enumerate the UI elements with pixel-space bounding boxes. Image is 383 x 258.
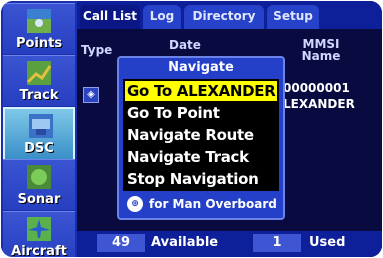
- man-overboard-hint: ⊕ for Man Overboard: [123, 194, 279, 214]
- sidebar-item-label: DSC: [24, 141, 54, 156]
- available-label: Available: [151, 235, 219, 250]
- tab-log[interactable]: Log: [143, 5, 181, 29]
- man-overboard-text: for Man Overboard: [149, 197, 277, 211]
- menu-item-navigate-route[interactable]: Navigate Route: [125, 125, 277, 145]
- column-name-label: Name: [301, 49, 341, 63]
- menu-list: Go To ALEXANDER Go To Point Navigate Rou…: [123, 79, 279, 191]
- track-icon: [26, 61, 52, 85]
- sidebar-item-track[interactable]: Track: [3, 55, 75, 106]
- column-mmsi: MMSI Name: [281, 38, 361, 62]
- used-count: 1: [253, 234, 301, 252]
- sonar-icon: [27, 165, 51, 189]
- sidebar-item-aircraft[interactable]: Aircraft: [3, 211, 75, 257]
- available-count: 49: [97, 234, 145, 252]
- sidebar: Points Track DSC Sonar Aircraft: [1, 1, 77, 257]
- dsc-call-icon: ◈: [83, 87, 99, 103]
- tab-bar: Call List Log Directory Setup: [77, 1, 382, 29]
- menu-item-stop-navigation[interactable]: Stop Navigation: [125, 169, 277, 189]
- menu-title: Navigate: [168, 60, 234, 75]
- sidebar-item-label: Sonar: [17, 192, 61, 207]
- row-name: LEXANDER: [283, 97, 355, 111]
- tab-directory[interactable]: Directory: [184, 5, 264, 29]
- footer-bar: 49 Available 1 Used: [77, 231, 382, 257]
- sidebar-item-sonar[interactable]: Sonar: [3, 159, 75, 210]
- man-overboard-icon: ⊕: [127, 196, 143, 212]
- device-screen: Points Track DSC Sonar Aircraft Call Lis…: [1, 1, 382, 257]
- menu-item-navigate-track[interactable]: Navigate Track: [125, 147, 277, 167]
- dsc-icon: [29, 114, 53, 138]
- sidebar-item-dsc[interactable]: DSC: [3, 107, 75, 161]
- menu-item-go-to-point[interactable]: Go To Point: [125, 103, 277, 123]
- used-label: Used: [309, 235, 346, 250]
- tab-call-list[interactable]: Call List: [80, 5, 140, 29]
- sidebar-item-points[interactable]: Points: [3, 3, 75, 54]
- points-icon: [27, 9, 51, 33]
- navigate-menu: Navigate Go To ALEXANDER Go To Point Nav…: [117, 56, 285, 220]
- row-mmsi: 00000001: [283, 81, 350, 95]
- sidebar-item-label: Track: [19, 88, 59, 103]
- column-type: Type: [81, 43, 113, 57]
- column-date: Date: [169, 38, 201, 52]
- aircraft-icon: [27, 217, 51, 241]
- sidebar-item-label: Aircraft: [11, 244, 67, 257]
- menu-item-go-to-alexander[interactable]: Go To ALEXANDER: [125, 81, 277, 101]
- tab-setup[interactable]: Setup: [267, 5, 319, 29]
- sidebar-item-label: Points: [15, 36, 63, 51]
